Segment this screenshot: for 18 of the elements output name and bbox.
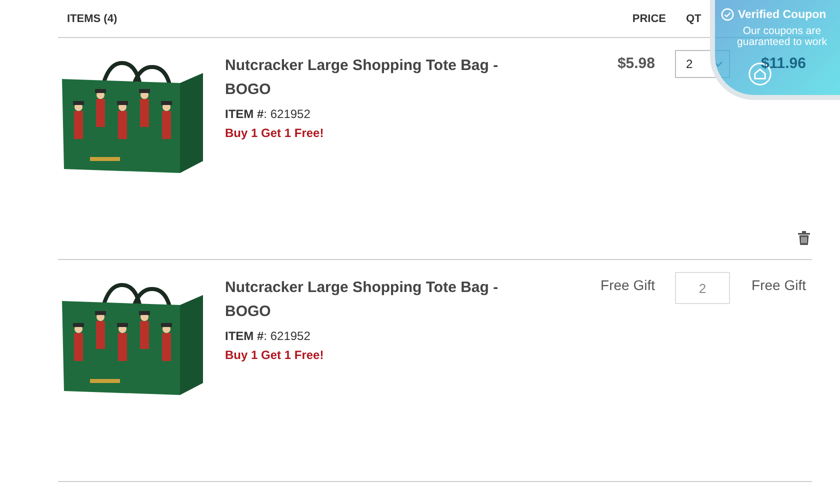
- coupon-title: Verified Coupon: [738, 8, 826, 20]
- subtotal: $11.96: [760, 55, 806, 72]
- product-name[interactable]: Nutcracker Large Shopping Tote Bag - BOGO: [225, 54, 505, 102]
- trash-icon[interactable]: [798, 231, 810, 245]
- check-circle-icon: [721, 8, 734, 21]
- price: Free Gift: [600, 276, 655, 295]
- promo-text: Buy 1 Get 1 Free!: [225, 348, 325, 362]
- subtotal: Free Gift: [752, 277, 806, 293]
- item-number: ITEM #: 621952: [225, 329, 312, 343]
- price: $5.98: [616, 54, 655, 74]
- promo-text: Buy 1 Get 1 Free!: [225, 126, 325, 140]
- product-name[interactable]: Nutcracker Large Shopping Tote Bag - BOGO: [225, 276, 505, 324]
- column-header: QT: [686, 12, 702, 24]
- column-header: PRICE: [631, 12, 666, 24]
- quantity-field: 2: [675, 272, 730, 304]
- item-number: ITEM #: 621952: [225, 107, 312, 121]
- column-header: ITEMS (4): [67, 12, 118, 24]
- coupon-text: Our coupons are guaranteed to work: [736, 26, 828, 48]
